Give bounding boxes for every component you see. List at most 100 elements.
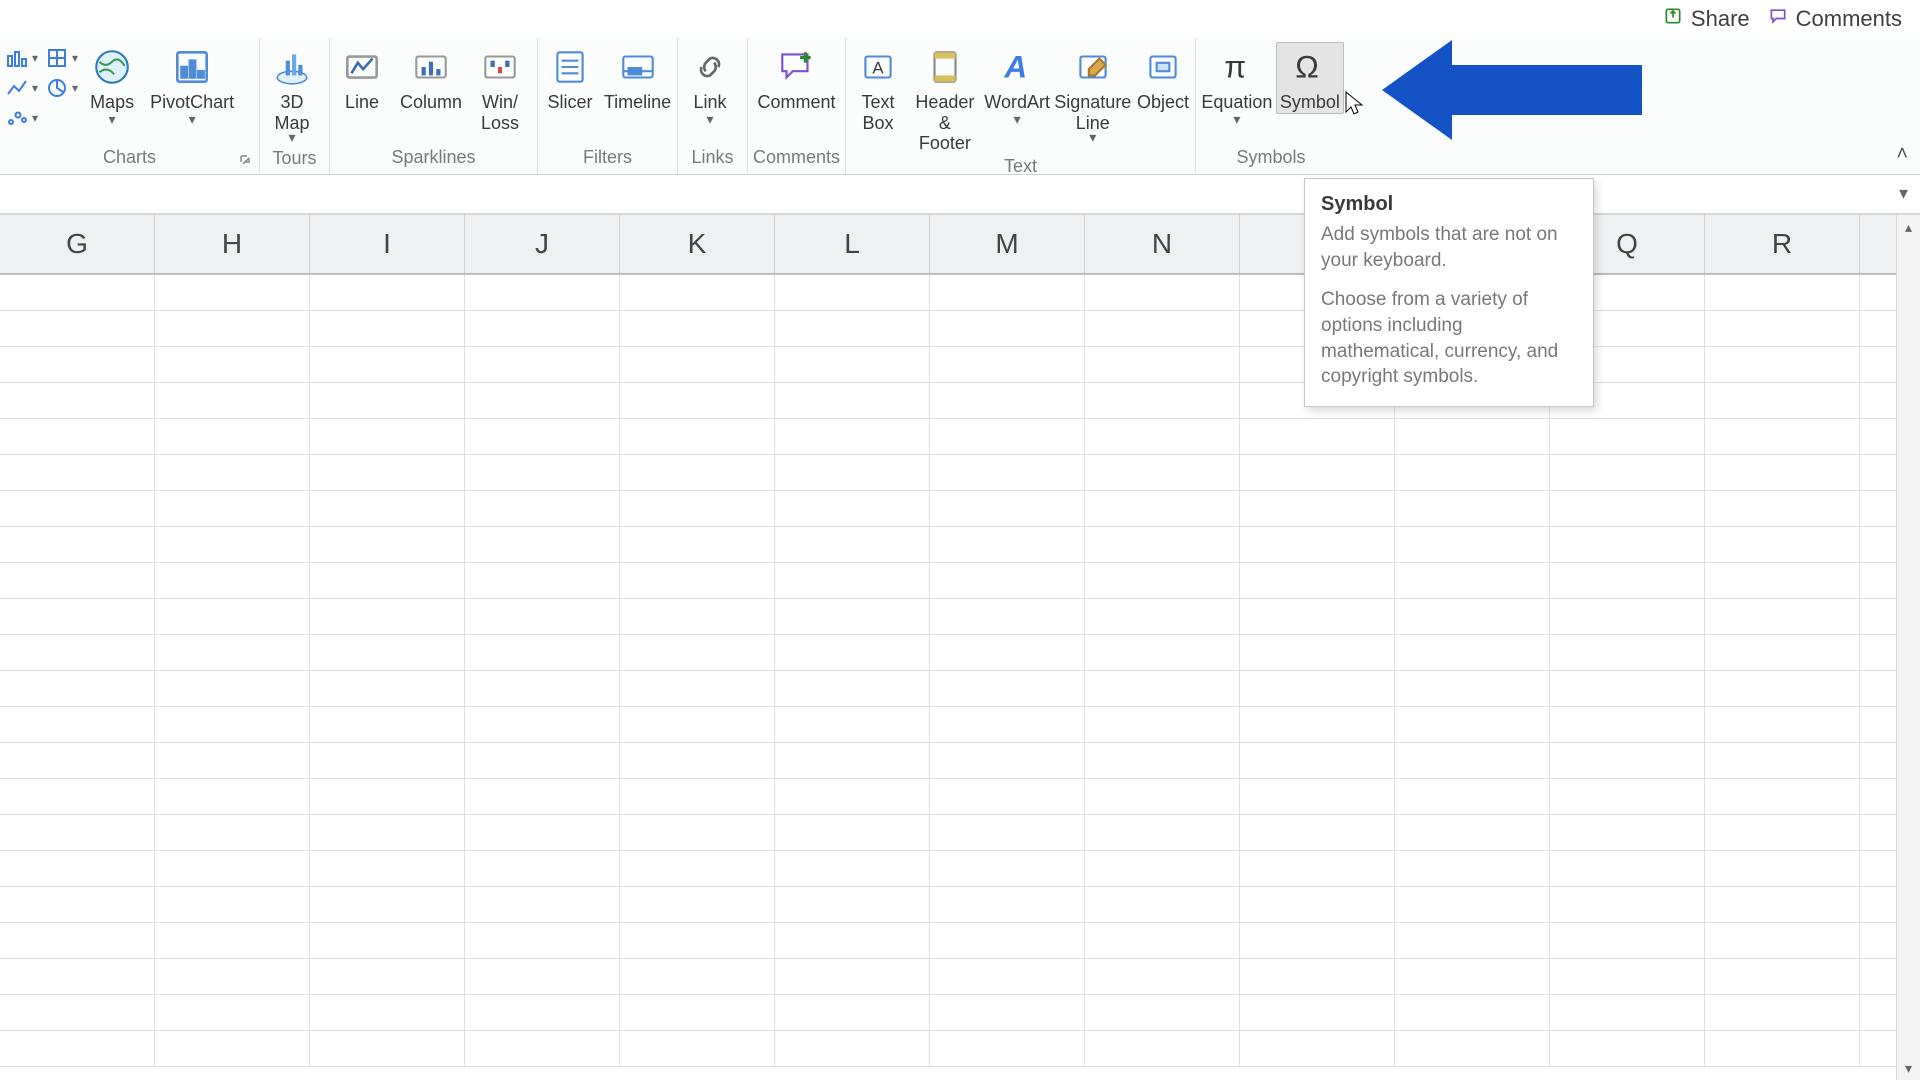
cell[interactable] — [775, 311, 930, 346]
cell[interactable] — [465, 1031, 620, 1066]
cell[interactable] — [1550, 743, 1705, 778]
cell[interactable] — [465, 419, 620, 454]
column-header[interactable]: M — [930, 215, 1085, 273]
cell[interactable] — [0, 275, 155, 310]
table-row[interactable] — [0, 491, 1896, 527]
cell[interactable] — [155, 815, 310, 850]
table-row[interactable] — [0, 419, 1896, 455]
cell[interactable] — [310, 455, 465, 490]
cell[interactable] — [930, 527, 1085, 562]
cell[interactable] — [1395, 887, 1550, 922]
cell[interactable] — [310, 923, 465, 958]
cell[interactable] — [1085, 275, 1240, 310]
cell[interactable] — [0, 923, 155, 958]
cell[interactable] — [1705, 923, 1860, 958]
cell[interactable] — [465, 491, 620, 526]
cell[interactable] — [155, 707, 310, 742]
cell[interactable] — [1085, 707, 1240, 742]
cell[interactable] — [1550, 959, 1705, 994]
cell[interactable] — [1085, 923, 1240, 958]
cell[interactable] — [0, 455, 155, 490]
cell[interactable] — [1240, 923, 1395, 958]
cell[interactable] — [310, 851, 465, 886]
cell[interactable] — [465, 599, 620, 634]
cell[interactable] — [0, 959, 155, 994]
cell[interactable] — [1240, 419, 1395, 454]
cell[interactable] — [620, 923, 775, 958]
cell[interactable] — [930, 347, 1085, 382]
cell[interactable] — [1550, 419, 1705, 454]
cell[interactable] — [155, 995, 310, 1030]
cell[interactable] — [1240, 527, 1395, 562]
cell[interactable] — [310, 635, 465, 670]
cell[interactable] — [930, 923, 1085, 958]
cell[interactable] — [1240, 563, 1395, 598]
cell[interactable] — [0, 347, 155, 382]
cell[interactable] — [775, 671, 930, 706]
cell[interactable] — [1085, 491, 1240, 526]
cell[interactable] — [1240, 887, 1395, 922]
cell[interactable] — [620, 995, 775, 1030]
spreadsheet-grid[interactable]: GHIJKLMNQR — [0, 215, 1896, 1080]
cell[interactable] — [930, 383, 1085, 418]
cell[interactable] — [1240, 959, 1395, 994]
cell[interactable] — [620, 887, 775, 922]
cell[interactable] — [775, 887, 930, 922]
cell[interactable] — [0, 419, 155, 454]
cell[interactable] — [0, 887, 155, 922]
cell[interactable] — [0, 491, 155, 526]
cell[interactable] — [1395, 815, 1550, 850]
column-headers[interactable]: GHIJKLMNQR — [0, 215, 1896, 275]
cell[interactable] — [310, 563, 465, 598]
table-row[interactable] — [0, 527, 1896, 563]
cell[interactable] — [1550, 779, 1705, 814]
3d-map-button[interactable]: 3D Map ▾ — [262, 42, 322, 146]
cell[interactable] — [465, 995, 620, 1030]
cell[interactable] — [930, 599, 1085, 634]
cell[interactable] — [1395, 419, 1550, 454]
cell[interactable] — [930, 959, 1085, 994]
sparkline-winloss-button[interactable]: Win/ Loss — [470, 42, 530, 133]
cell[interactable] — [775, 995, 930, 1030]
cell[interactable] — [1550, 455, 1705, 490]
cell[interactable] — [310, 311, 465, 346]
chart-gallery-icons[interactable]: ▾ ▾ ▾ — [2, 42, 42, 132]
table-row[interactable] — [0, 635, 1896, 671]
cell[interactable] — [155, 275, 310, 310]
cell[interactable] — [1550, 815, 1705, 850]
cell[interactable] — [0, 743, 155, 778]
cell[interactable] — [155, 311, 310, 346]
cell[interactable] — [155, 347, 310, 382]
cell[interactable] — [0, 779, 155, 814]
table-row[interactable] — [0, 743, 1896, 779]
cell[interactable] — [0, 311, 155, 346]
cell[interactable] — [0, 527, 155, 562]
cell[interactable] — [1085, 635, 1240, 670]
cell[interactable] — [620, 671, 775, 706]
cell[interactable] — [930, 671, 1085, 706]
cell[interactable] — [1395, 923, 1550, 958]
cell[interactable] — [775, 815, 930, 850]
cell[interactable] — [155, 779, 310, 814]
cell[interactable] — [1240, 599, 1395, 634]
cell[interactable] — [1395, 491, 1550, 526]
cell[interactable] — [155, 455, 310, 490]
cell[interactable] — [155, 419, 310, 454]
cell[interactable] — [310, 707, 465, 742]
cell[interactable] — [1705, 275, 1860, 310]
cell[interactable] — [1395, 563, 1550, 598]
cell[interactable] — [1550, 995, 1705, 1030]
cell[interactable] — [0, 563, 155, 598]
cell[interactable] — [1705, 1031, 1860, 1066]
cell[interactable] — [1240, 491, 1395, 526]
cell[interactable] — [1395, 671, 1550, 706]
cell[interactable] — [1550, 707, 1705, 742]
cell[interactable] — [0, 671, 155, 706]
table-row[interactable] — [0, 887, 1896, 923]
cell[interactable] — [1085, 743, 1240, 778]
cell[interactable] — [620, 491, 775, 526]
cell[interactable] — [775, 491, 930, 526]
cell[interactable] — [310, 1031, 465, 1066]
scroll-down-icon[interactable]: ▾ — [1897, 1056, 1920, 1080]
cell[interactable] — [930, 491, 1085, 526]
